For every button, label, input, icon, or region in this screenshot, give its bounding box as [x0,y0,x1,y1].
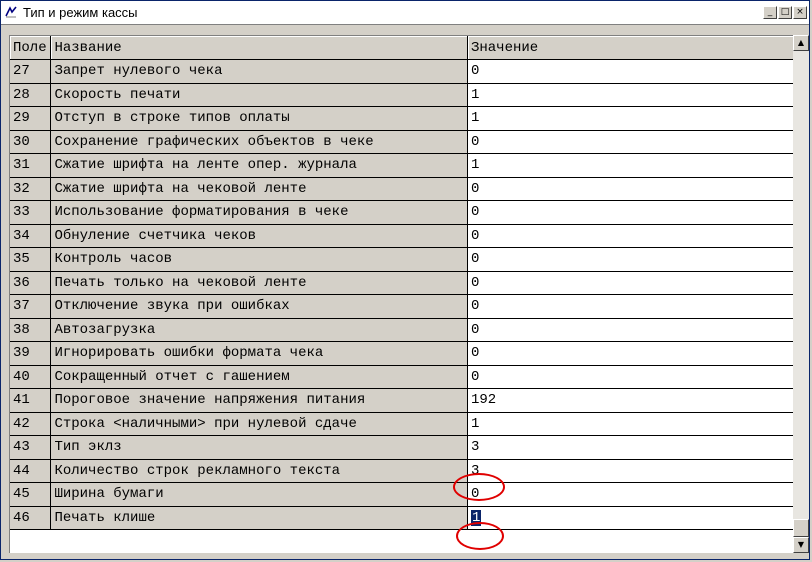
scroll-down-button[interactable]: ▼ [793,537,809,553]
setting-value-cell[interactable]: 0 [467,247,794,272]
field-number-cell: 42 [10,412,52,436]
table-row[interactable]: 38 Автозагрузка 0 [10,318,794,342]
setting-value-cell[interactable]: 1 [467,153,794,178]
scroll-up-button[interactable]: ▲ [793,35,809,51]
table-row[interactable]: 44 Количество строк рекламного текста 3 [10,459,794,483]
setting-value-cell[interactable]: 0 [467,177,794,201]
field-number-cell: 33 [10,200,52,225]
field-number-cell: 36 [10,271,52,295]
header-row: Поле Название Значение [10,36,794,60]
settings-grid[interactable]: Поле Название Значение 27 Запрет нулевого… [9,35,794,554]
setting-value-cell[interactable]: 3 [467,435,794,460]
selected-value-text[interactable]: 1 [470,509,482,526]
scroll-thumb[interactable] [793,519,809,537]
setting-value-cell[interactable]: 0 [467,341,794,366]
setting-value-cell[interactable]: 0 [467,200,794,225]
setting-name-cell: Обнуление счетчика чеков [50,224,468,248]
field-number-cell: 38 [10,318,52,342]
setting-value-cell[interactable]: 0 [467,294,794,319]
setting-name-cell: Отключение звука при ошибках [50,294,468,319]
setting-value-cell[interactable]: 3 [467,459,794,483]
field-number-cell: 44 [10,459,52,483]
table-row[interactable]: 29 Отступ в строке типов оплаты 1 [10,106,794,131]
setting-name-cell: Сохранение графических объектов в чеке [50,130,468,154]
maximize-button[interactable]: □ [778,6,792,19]
setting-value-cell[interactable]: 0 [467,224,794,248]
table-row[interactable]: 27 Запрет нулевого чека 0 [10,59,794,84]
field-number-cell: 46 [10,506,52,530]
setting-value-cell[interactable]: 192 [467,388,794,413]
setting-name-cell: Печать клише [50,506,468,530]
field-number-cell: 37 [10,294,52,319]
table-row[interactable]: 43 Тип эклз 3 [10,435,794,460]
setting-value-cell[interactable]: 0 [467,482,794,507]
field-number-cell: 41 [10,388,52,413]
setting-value-cell[interactable]: 0 [467,59,794,84]
field-number-cell: 30 [10,130,52,154]
setting-name-cell: Ширина бумаги [50,482,468,507]
table-row[interactable]: 37 Отключение звука при ошибках 0 [10,294,794,319]
column-header-field[interactable]: Поле [10,36,52,60]
table-row[interactable]: 40 Сокращенный отчет с гашением 0 [10,365,794,389]
setting-name-cell: Количество строк рекламного текста [50,459,468,483]
setting-name-cell: Тип эклз [50,435,468,460]
setting-name-cell: Контроль часов [50,247,468,272]
field-number-cell: 28 [10,83,52,107]
setting-name-cell: Запрет нулевого чека [50,59,468,84]
close-button[interactable]: × [793,6,807,19]
table-row[interactable]: 30 Сохранение графических объектов в чеке… [10,130,794,154]
setting-value-cell[interactable]: 1 [467,506,794,530]
app-icon [5,6,17,18]
cash-register-settings-window: Тип и режим кассы _ □ × Поле Название Зн… [0,0,810,560]
field-number-cell: 45 [10,482,52,507]
setting-name-cell: Автозагрузка [50,318,468,342]
field-number-cell: 35 [10,247,52,272]
table-row[interactable]: 32 Сжатие шрифта на чековой ленте 0 [10,177,794,201]
field-number-cell: 34 [10,224,52,248]
field-number-cell: 31 [10,153,52,178]
field-number-cell: 43 [10,435,52,460]
setting-name-cell: Скорость печати [50,83,468,107]
title-bar[interactable]: Тип и режим кассы _ □ × [1,1,809,25]
setting-value-cell[interactable]: 0 [467,271,794,295]
setting-name-cell: Пороговое значение напряжения питания [50,388,468,413]
window-title: Тип и режим кассы [23,5,138,20]
field-number-cell: 32 [10,177,52,201]
setting-name-cell: Использование форматирования в чеке [50,200,468,225]
table-row[interactable]: 36 Печать только на чековой ленте 0 [10,271,794,295]
setting-name-cell: Строка <наличными> при нулевой сдаче [50,412,468,436]
table-row[interactable]: 34 Обнуление счетчика чеков 0 [10,224,794,248]
setting-value-cell[interactable]: 1 [467,106,794,131]
table-row[interactable]: 41 Пороговое значение напряжения питания 1… [10,388,794,413]
table-row[interactable]: 39 Игнорировать ошибки формата чека 0 [10,341,794,366]
column-header-name[interactable]: Название [50,36,468,60]
table-row[interactable]: 33 Использование форматирования в чеке 0 [10,200,794,225]
table-row[interactable]: 46 Печать клише 1 [10,506,794,530]
minimize-button[interactable]: _ [763,6,777,19]
field-number-cell: 29 [10,106,52,131]
setting-name-cell: Игнорировать ошибки формата чека [50,341,468,366]
table-row[interactable]: 35 Контроль часов 0 [10,247,794,272]
field-number-cell: 40 [10,365,52,389]
table-row[interactable]: 42 Строка <наличными> при нулевой сдаче 1 [10,412,794,436]
bottom-border [9,553,809,559]
setting-value-cell[interactable]: 0 [467,318,794,342]
table-row[interactable]: 28 Скорость печати 1 [10,83,794,107]
setting-name-cell: Сжатие шрифта на ленте опер. журнала [50,153,468,178]
field-number-cell: 27 [10,59,52,84]
setting-name-cell: Отступ в строке типов оплаты [50,106,468,131]
field-number-cell: 39 [10,341,52,366]
setting-value-cell[interactable]: 0 [467,130,794,154]
setting-value-cell[interactable]: 0 [467,365,794,389]
setting-name-cell: Сжатие шрифта на чековой ленте [50,177,468,201]
column-header-value[interactable]: Значение [467,36,794,60]
vertical-scrollbar[interactable]: ▲ ▼ [793,35,809,553]
setting-value-cell[interactable]: 1 [467,83,794,107]
table-row[interactable]: 45 Ширина бумаги 0 [10,482,794,507]
setting-value-cell[interactable]: 1 [467,412,794,436]
setting-name-cell: Сокращенный отчет с гашением [50,365,468,389]
settings-table: Поле Название Значение 27 Запрет нулевого… [10,36,794,530]
setting-name-cell: Печать только на чековой ленте [50,271,468,295]
table-row[interactable]: 31 Сжатие шрифта на ленте опер. журнала 1 [10,153,794,178]
